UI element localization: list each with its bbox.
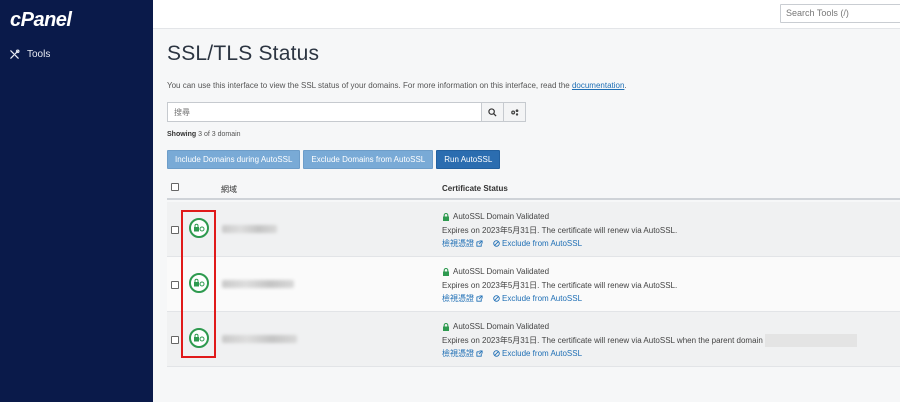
table-row: AutoSSL Domain Validated Expires on 2023… — [167, 202, 900, 257]
row-checkbox[interactable] — [171, 281, 179, 289]
row-links: 檢視憑證 Exclude from AutoSSL — [442, 237, 677, 251]
exclude-label: Exclude from AutoSSL — [502, 349, 583, 358]
domain-name-redacted — [222, 335, 297, 343]
validation-status: AutoSSL Domain Validated — [442, 210, 677, 224]
showing-label: Showing — [167, 131, 197, 138]
status-text: AutoSSL Domain Validated — [453, 322, 550, 331]
certificate-status-cell: AutoSSL Domain Validated Expires on 2023… — [442, 320, 857, 361]
exclude-label: Exclude from AutoSSL — [502, 239, 583, 248]
description-period: . — [624, 81, 627, 90]
documentation-link[interactable]: documentation — [572, 81, 624, 90]
showing-value: 3 of 3 domain — [198, 131, 241, 138]
exclude-from-autossl-link[interactable]: Exclude from AutoSSL — [493, 237, 582, 251]
ban-icon — [493, 350, 500, 357]
row-checkbox[interactable] — [171, 336, 179, 344]
sidebar-item-tools[interactable]: Tools — [9, 49, 50, 60]
column-header-certificate-status[interactable]: Certificate Status — [442, 184, 508, 193]
filter-input[interactable] — [167, 102, 482, 122]
validation-status: AutoSSL Domain Validated — [442, 320, 857, 334]
parent-domain-redacted — [764, 333, 857, 347]
status-text: AutoSSL Domain Validated — [453, 267, 550, 276]
table-row: AutoSSL Domain Validated Expires on 2023… — [167, 312, 900, 367]
green-lock-icon — [443, 212, 449, 221]
exclude-from-autossl-link[interactable]: Exclude from AutoSSL — [493, 292, 582, 306]
search-tools-input[interactable]: Search Tools (/) — [780, 4, 900, 23]
cpanel-logo[interactable]: cPanel — [10, 9, 72, 32]
external-link-icon — [476, 295, 483, 302]
highlight-box-annotation — [181, 210, 216, 358]
gears-icon — [511, 108, 519, 116]
expiry-text: Expires on 2023年5月31日. The certificate w… — [442, 280, 678, 290]
settings-button[interactable] — [504, 102, 526, 122]
sidebar: cPanel Tools — [0, 0, 153, 402]
domain-name-redacted — [222, 225, 277, 233]
main-content: SSL/TLS Status You can use this interfac… — [153, 29, 900, 402]
expiry-text: Expires on 2023年5月31日. The certificate w… — [442, 225, 678, 235]
description-text: You can use this interface to view the S… — [167, 81, 572, 90]
search-button[interactable] — [482, 102, 504, 122]
include-domains-button[interactable]: Include Domains during AutoSSL — [167, 150, 301, 169]
view-certificate-label: 檢視憑證 — [442, 294, 474, 303]
exclude-from-autossl-link[interactable]: Exclude from AutoSSL — [493, 347, 582, 361]
table-row: AutoSSL Domain Validated Expires on 2023… — [167, 257, 900, 312]
table-header: 網域 Certificate Status — [167, 180, 900, 200]
top-bar: Search Tools (/) — [153, 0, 900, 29]
view-certificate-label: 檢視憑證 — [442, 239, 474, 248]
ban-icon — [493, 240, 500, 247]
tools-icon — [10, 49, 20, 59]
view-certificate-link[interactable]: 檢視憑證 — [442, 237, 483, 251]
exclude-domains-button[interactable]: Exclude Domains from AutoSSL — [303, 150, 434, 169]
row-links: 檢視憑證 Exclude from AutoSSL — [442, 292, 677, 306]
ban-icon — [493, 295, 500, 302]
row-checkbox[interactable] — [171, 226, 179, 234]
certificate-status-cell: AutoSSL Domain Validated Expires on 2023… — [442, 265, 677, 306]
filter-bar — [167, 102, 527, 122]
page-description: You can use this interface to view the S… — [167, 81, 627, 90]
status-text: AutoSSL Domain Validated — [453, 212, 550, 221]
domain-name-redacted — [222, 280, 294, 288]
run-autossl-button[interactable]: Run AutoSSL — [436, 150, 501, 169]
expiry-text: Expires on 2023年5月31日. The certificate w… — [442, 335, 763, 345]
validation-status: AutoSSL Domain Validated — [442, 265, 677, 279]
green-lock-icon — [443, 267, 449, 276]
certificate-status-cell: AutoSSL Domain Validated Expires on 2023… — [442, 210, 677, 251]
external-link-icon — [476, 350, 483, 357]
expiry-line: Expires on 2023年5月31日. The certificate w… — [442, 333, 857, 348]
column-header-domain[interactable]: 網域 — [221, 184, 237, 195]
view-certificate-label: 檢視憑證 — [442, 349, 474, 358]
view-certificate-link[interactable]: 檢視憑證 — [442, 347, 483, 361]
sidebar-item-label: Tools — [27, 49, 51, 60]
row-links: 檢視憑證 Exclude from AutoSSL — [442, 347, 857, 361]
showing-count: Showing 3 of 3 domain — [167, 131, 241, 138]
page-title: SSL/TLS Status — [167, 42, 320, 65]
action-buttons: Include Domains during AutoSSL Exclude D… — [167, 150, 501, 169]
view-certificate-link[interactable]: 檢視憑證 — [442, 292, 483, 306]
external-link-icon — [476, 240, 483, 247]
select-all-checkbox[interactable] — [171, 183, 179, 191]
exclude-label: Exclude from AutoSSL — [502, 294, 583, 303]
green-lock-icon — [443, 322, 449, 331]
search-icon — [488, 107, 497, 117]
